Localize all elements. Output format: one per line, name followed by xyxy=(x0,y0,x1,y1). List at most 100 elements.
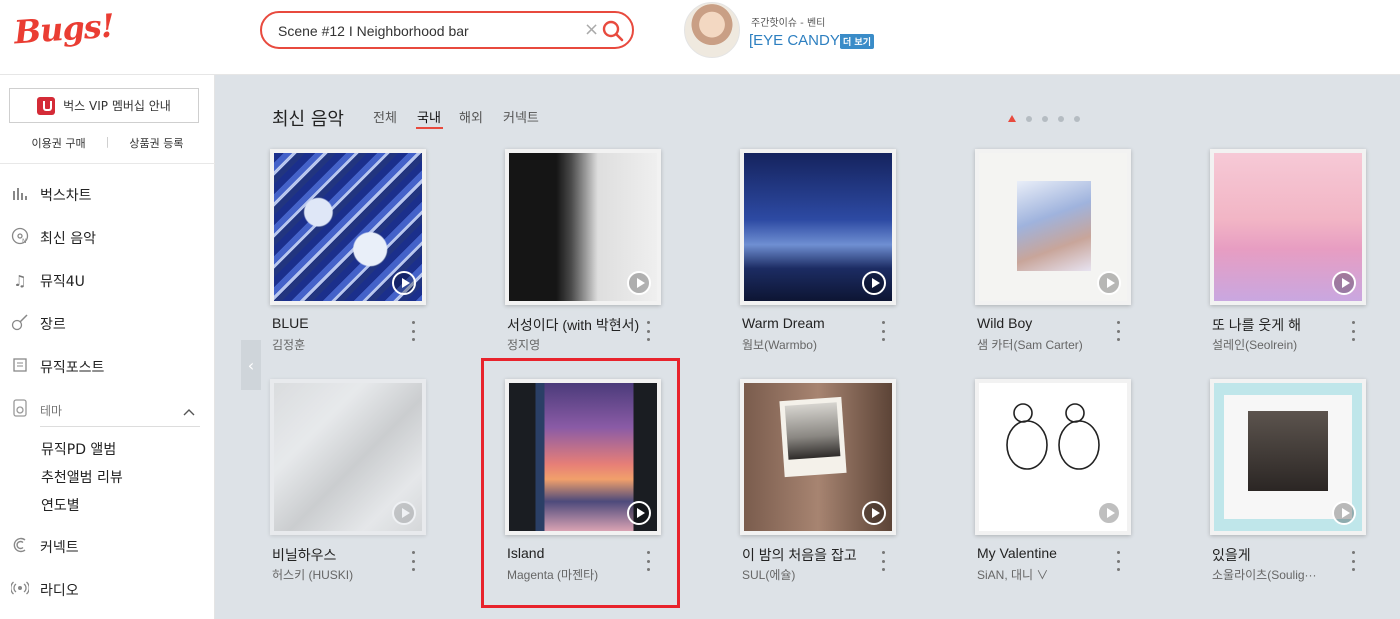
album-title[interactable]: 비닐하우스 xyxy=(272,545,412,565)
album-artist[interactable]: 샘 카터(Sam Carter) xyxy=(977,336,1117,353)
album-cover[interactable] xyxy=(505,379,661,535)
album-artist[interactable]: 웜보(Warmbo) xyxy=(742,336,882,353)
play-icon[interactable] xyxy=(1097,501,1121,525)
sidebar-item-genre[interactable]: 장르 xyxy=(10,309,205,339)
artist-avatar[interactable] xyxy=(684,2,740,58)
search-box[interactable]: × xyxy=(260,11,634,49)
sidebar-item-music-post[interactable]: 뮤직포스트 xyxy=(10,352,205,382)
album-card[interactable]: 서성이다 (with 박현서) 정지영 xyxy=(505,149,691,369)
play-icon[interactable] xyxy=(392,271,416,295)
sidebar-subitem-by-year[interactable]: 연도별 xyxy=(41,495,80,515)
album-title[interactable]: Wild Boy xyxy=(977,315,1117,331)
album-title[interactable]: 이 밤의 처음을 잡고 xyxy=(742,545,882,565)
sidebar-divider xyxy=(0,163,215,164)
more-options-icon[interactable] xyxy=(408,551,418,571)
page-dot-active[interactable] xyxy=(1008,115,1016,122)
album-card[interactable]: 이 밤의 처음을 잡고 SUL(에슐) xyxy=(740,379,926,599)
sidebar-item-label: 뮤직포스트 xyxy=(40,360,105,376)
sidebar-item-connect[interactable]: 커넥트 xyxy=(10,532,205,562)
clear-icon[interactable]: × xyxy=(584,19,599,40)
album-artist[interactable]: 소울라이츠(Soulig··· xyxy=(1212,566,1352,583)
chevron-up-icon[interactable] xyxy=(183,405,195,419)
album-artist[interactable]: 김정훈 xyxy=(272,336,412,353)
album-artist[interactable]: SiAN, 대니 ∨ xyxy=(977,566,1117,583)
play-icon[interactable] xyxy=(392,501,416,525)
album-artist[interactable]: 정지영 xyxy=(507,336,647,353)
search-icon[interactable] xyxy=(602,20,624,42)
sidebar-item-theme[interactable]: 테마 xyxy=(10,395,205,425)
buy-pass-link[interactable]: 이용권 구매 xyxy=(12,135,106,151)
play-icon[interactable] xyxy=(627,501,651,525)
album-card[interactable]: BLUE 김정훈 xyxy=(270,149,456,369)
more-options-icon[interactable] xyxy=(1348,551,1358,571)
tab-connect[interactable]: 커넥트 xyxy=(503,107,539,126)
previous-arrow[interactable]: ‹ xyxy=(241,340,261,390)
album-title[interactable]: 있을게 xyxy=(1212,545,1352,565)
album-cover[interactable] xyxy=(505,149,661,305)
album-artist[interactable]: SUL(에슐) xyxy=(742,566,882,583)
weekly-issue-title[interactable]: [EYE CANDY] xyxy=(749,32,844,49)
play-icon[interactable] xyxy=(1097,271,1121,295)
album-artist[interactable]: 설레인(Seolrein) xyxy=(1212,336,1352,353)
bugs-logo[interactable]: Bugs! xyxy=(13,7,115,52)
more-options-icon[interactable] xyxy=(408,321,418,341)
album-title[interactable]: 또 나를 웃게 해 xyxy=(1212,315,1352,335)
album-cover[interactable] xyxy=(270,379,426,535)
album-title[interactable]: 서성이다 (with 박현서) xyxy=(507,315,647,335)
album-cover[interactable] xyxy=(1210,149,1366,305)
vip-label: 벅스 VIP 멤버십 안내 xyxy=(63,99,171,113)
page-dot[interactable] xyxy=(1058,115,1064,122)
album-card[interactable]: Island Magenta (마젠타) xyxy=(505,379,691,599)
play-icon[interactable] xyxy=(862,501,886,525)
more-button[interactable]: 더 보기 xyxy=(840,34,874,49)
album-cover[interactable] xyxy=(975,379,1131,535)
album-card[interactable]: Wild Boy 샘 카터(Sam Carter) xyxy=(975,149,1161,369)
album-card[interactable]: 있을게 소울라이츠(Soulig··· xyxy=(1210,379,1396,599)
more-options-icon[interactable] xyxy=(643,551,653,571)
tab-all[interactable]: 전체 xyxy=(373,107,397,126)
play-icon[interactable] xyxy=(627,271,651,295)
vip-membership-button[interactable]: 벅스 VIP 멤버십 안내 xyxy=(9,88,199,123)
more-options-icon[interactable] xyxy=(1113,551,1123,571)
album-artist[interactable]: Magenta (마젠타) xyxy=(507,566,647,583)
album-artist[interactable]: 허스키 (HUSKI) xyxy=(272,566,412,583)
page-dot[interactable] xyxy=(1026,115,1032,122)
play-icon[interactable] xyxy=(1332,271,1356,295)
album-card[interactable]: 비닐하우스 허스키 (HUSKI) xyxy=(270,379,456,599)
carousel-pager xyxy=(1008,115,1080,122)
album-card[interactable]: My Valentine SiAN, 대니 ∨ xyxy=(975,379,1161,599)
sidebar-item-radio[interactable]: 라디오 xyxy=(10,575,205,605)
album-card[interactable]: Warm Dream 웜보(Warmbo) xyxy=(740,149,926,369)
album-cover[interactable] xyxy=(1210,379,1366,535)
album-title[interactable]: My Valentine xyxy=(977,545,1117,561)
sidebar-subitem-musicpd[interactable]: 뮤직PD 앨범 xyxy=(41,439,116,459)
sidebar-item-bugs-chart[interactable]: 벅스차트 xyxy=(10,180,205,210)
more-options-icon[interactable] xyxy=(1348,321,1358,341)
album-cover[interactable] xyxy=(975,149,1131,305)
album-cover[interactable] xyxy=(270,149,426,305)
more-options-icon[interactable] xyxy=(1113,321,1123,341)
vip-icon xyxy=(37,96,56,115)
album-cover[interactable] xyxy=(740,379,896,535)
album-title[interactable]: BLUE xyxy=(272,315,412,331)
tab-domestic[interactable]: 국내 xyxy=(417,107,441,126)
album-cover[interactable] xyxy=(740,149,896,305)
page-dot[interactable] xyxy=(1074,115,1080,122)
register-voucher-link[interactable]: 상품권 등록 xyxy=(109,135,203,151)
more-options-icon[interactable] xyxy=(643,321,653,341)
play-icon[interactable] xyxy=(1332,501,1356,525)
more-options-icon[interactable] xyxy=(878,321,888,341)
page-dot[interactable] xyxy=(1042,115,1048,122)
sidebar-item-label: 장르 xyxy=(40,317,66,333)
sidebar-item-music4u[interactable]: ♫ 뮤직4U xyxy=(10,266,205,296)
sidebar-subitem-album-review[interactable]: 추천앨범 리뷰 xyxy=(41,467,123,487)
album-title[interactable]: Island xyxy=(507,545,647,561)
music-note-icon: ♫ xyxy=(13,272,27,290)
play-icon[interactable] xyxy=(862,271,886,295)
search-input[interactable] xyxy=(278,21,578,41)
tab-overseas[interactable]: 해외 xyxy=(459,107,483,126)
album-title[interactable]: Warm Dream xyxy=(742,315,882,331)
more-options-icon[interactable] xyxy=(878,551,888,571)
album-card[interactable]: 또 나를 웃게 해 설레인(Seolrein) xyxy=(1210,149,1396,369)
sidebar-item-new-music[interactable]: N 최신 음악 xyxy=(10,223,205,253)
